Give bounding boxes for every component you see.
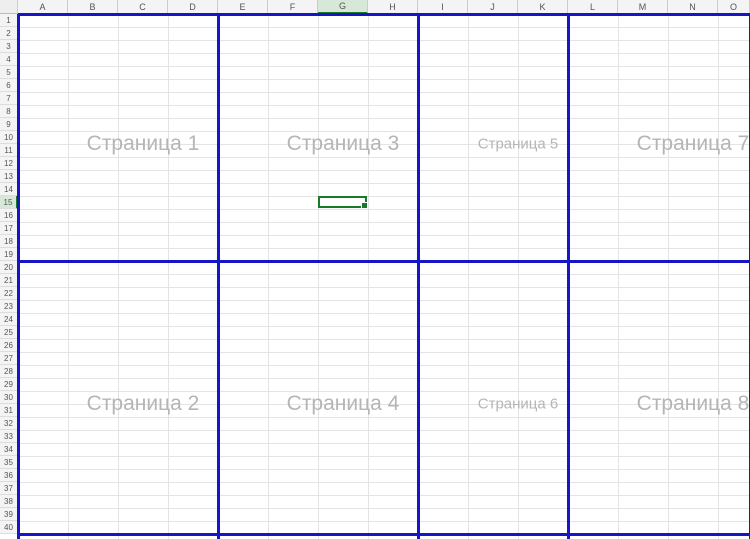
row-header-11[interactable]: 11 <box>0 144 18 157</box>
column-header-I[interactable]: I <box>418 0 468 14</box>
row-header-38[interactable]: 38 <box>0 495 18 508</box>
row-header-25[interactable]: 25 <box>0 326 18 339</box>
row-header-34[interactable]: 34 <box>0 443 18 456</box>
row-header-33[interactable]: 33 <box>0 430 18 443</box>
row-header-20[interactable]: 20 <box>0 261 18 274</box>
row-header-18[interactable]: 18 <box>0 235 18 248</box>
row-header-28[interactable]: 28 <box>0 365 18 378</box>
row-header-8[interactable]: 8 <box>0 105 18 118</box>
column-header-F[interactable]: F <box>268 0 318 14</box>
row-header-21[interactable]: 21 <box>0 274 18 287</box>
row-header-40[interactable]: 40 <box>0 521 18 534</box>
row-header-7[interactable]: 7 <box>0 92 18 105</box>
row-header-27[interactable]: 27 <box>0 352 18 365</box>
column-header-L[interactable]: L <box>568 0 618 14</box>
row-header-5[interactable]: 5 <box>0 66 18 79</box>
row-header-4[interactable]: 4 <box>0 53 18 66</box>
column-headers: ABCDEFGHIJKLMNO <box>0 0 750 14</box>
row-header-10[interactable]: 10 <box>0 131 18 144</box>
row-header-30[interactable]: 30 <box>0 391 18 404</box>
row-headers: 1234567891011121314151617181920212223242… <box>0 14 18 534</box>
spreadsheet-page-break-preview: ABCDEFGHIJKLMNO 123456789101112131415161… <box>0 0 750 539</box>
row-header-36[interactable]: 36 <box>0 469 18 482</box>
row-header-39[interactable]: 39 <box>0 508 18 521</box>
row-header-14[interactable]: 14 <box>0 183 18 196</box>
row-header-13[interactable]: 13 <box>0 170 18 183</box>
row-header-2[interactable]: 2 <box>0 27 18 40</box>
row-header-9[interactable]: 9 <box>0 118 18 131</box>
column-header-A[interactable]: A <box>18 0 68 14</box>
row-header-35[interactable]: 35 <box>0 456 18 469</box>
cell-grid[interactable] <box>18 14 750 539</box>
column-header-E[interactable]: E <box>218 0 268 14</box>
row-header-15[interactable]: 15 <box>0 196 18 209</box>
row-header-22[interactable]: 22 <box>0 287 18 300</box>
row-header-26[interactable]: 26 <box>0 339 18 352</box>
column-header-B[interactable]: B <box>68 0 118 14</box>
row-header-29[interactable]: 29 <box>0 378 18 391</box>
row-header-32[interactable]: 32 <box>0 417 18 430</box>
column-header-C[interactable]: C <box>118 0 168 14</box>
column-header-N[interactable]: N <box>668 0 718 14</box>
column-header-G[interactable]: G <box>318 0 368 14</box>
column-header-M[interactable]: M <box>618 0 668 14</box>
column-header-J[interactable]: J <box>468 0 518 14</box>
row-header-3[interactable]: 3 <box>0 40 18 53</box>
row-header-16[interactable]: 16 <box>0 209 18 222</box>
row-header-17[interactable]: 17 <box>0 222 18 235</box>
row-header-24[interactable]: 24 <box>0 313 18 326</box>
column-header-H[interactable]: H <box>368 0 418 14</box>
row-header-19[interactable]: 19 <box>0 248 18 261</box>
row-header-6[interactable]: 6 <box>0 79 18 92</box>
select-all-corner[interactable] <box>0 0 18 14</box>
row-header-37[interactable]: 37 <box>0 482 18 495</box>
row-header-1[interactable]: 1 <box>0 14 18 27</box>
row-header-23[interactable]: 23 <box>0 300 18 313</box>
column-header-D[interactable]: D <box>168 0 218 14</box>
row-header-12[interactable]: 12 <box>0 157 18 170</box>
column-header-O[interactable]: O <box>718 0 750 14</box>
column-header-K[interactable]: K <box>518 0 568 14</box>
row-header-31[interactable]: 31 <box>0 404 18 417</box>
